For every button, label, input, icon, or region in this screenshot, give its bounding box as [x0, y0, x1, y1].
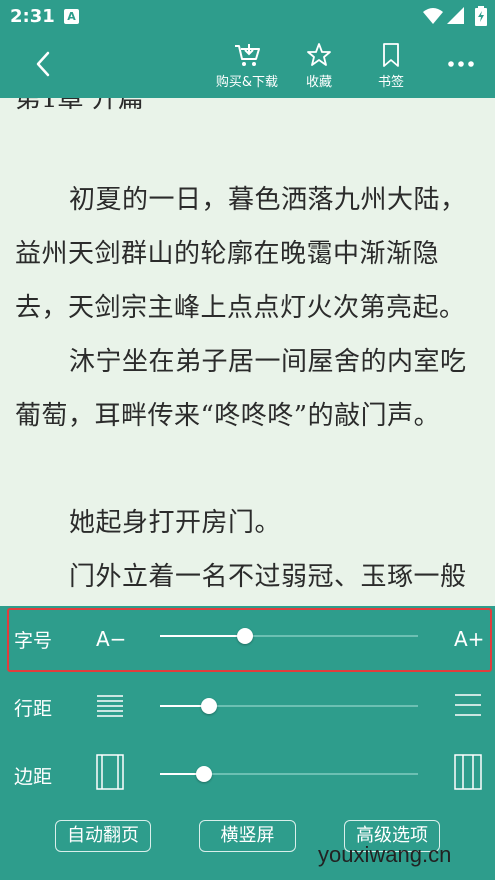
margin-wide-icon[interactable]: [454, 754, 482, 790]
margin-label: 边距: [14, 766, 53, 788]
line-spacing-slider-handle[interactable]: [201, 698, 218, 714]
app-header: 2:31 A 购买&下载 收藏 书签: [0, 0, 495, 98]
line-spacing-row: 行距: [0, 680, 495, 732]
reading-area[interactable]: 第1章 开篇 初夏的一日，暮色洒落九州大陆，益州天剑群山的轮廓在晚霭中渐渐隐去，…: [0, 98, 495, 606]
chapter-title-partial: 第1章 开篇: [15, 98, 144, 114]
favorite-label: 收藏: [305, 75, 332, 90]
margin-narrow-icon[interactable]: [96, 754, 124, 790]
watermark: youxiwang.cn: [318, 842, 452, 867]
font-size-slider[interactable]: [160, 628, 418, 644]
paragraph: 门外立着一名不过弱冠、玉琢一般: [69, 562, 467, 592]
paragraph: 她起身打开房门。: [69, 508, 282, 538]
font-size-slider-handle[interactable]: [237, 628, 254, 644]
line-spacing-label: 行距: [14, 698, 53, 720]
line-spacing-slider[interactable]: [160, 698, 418, 714]
buy-download-button[interactable]: 购买&下载: [212, 42, 282, 90]
back-button[interactable]: [26, 46, 62, 82]
cart-download-icon: [235, 44, 260, 66]
margin-row: 边距: [0, 748, 495, 800]
font-increase-button[interactable]: A+: [454, 627, 484, 651]
favorite-button[interactable]: 收藏: [284, 42, 354, 90]
buy-download-label: 购买&下载: [215, 75, 279, 90]
margin-slider[interactable]: [160, 766, 418, 782]
status-time: 2:31: [10, 6, 55, 27]
paragraph: 初夏的一日，暮色洒落九州大陆，益州天剑群山的轮廓在晚霭中渐渐隐去，天剑宗主峰上点…: [15, 185, 467, 323]
bookmark-button[interactable]: 书签: [356, 42, 426, 90]
star-icon: [307, 43, 331, 66]
notification-icon: A: [64, 9, 79, 24]
more-options-icon[interactable]: [444, 52, 478, 76]
line-spacing-wide-icon[interactable]: [454, 692, 482, 718]
reader-toolbar: 购买&下载 收藏 书签: [0, 34, 495, 98]
orientation-toggle-button[interactable]: 横竖屏: [199, 820, 296, 852]
status-bar: 2:31 A: [0, 0, 495, 34]
line-spacing-tight-icon[interactable]: [96, 692, 124, 718]
font-size-row: 字号 A− A+: [0, 612, 495, 664]
signal-icon: [447, 7, 464, 24]
battery-icon: [475, 6, 487, 26]
bookmark-icon: [383, 43, 399, 67]
auto-page-turn-button[interactable]: 自动翻页: [55, 820, 151, 852]
paragraph: 沐宁坐在弟子居一间屋舍的内室吃葡萄，耳畔传来“咚咚咚”的敲门声。: [15, 347, 467, 431]
bookmark-label: 书签: [377, 75, 404, 90]
wifi-icon: [423, 8, 443, 24]
font-decrease-button[interactable]: A−: [96, 627, 126, 651]
margin-slider-handle[interactable]: [195, 766, 212, 782]
font-size-label: 字号: [14, 630, 53, 652]
